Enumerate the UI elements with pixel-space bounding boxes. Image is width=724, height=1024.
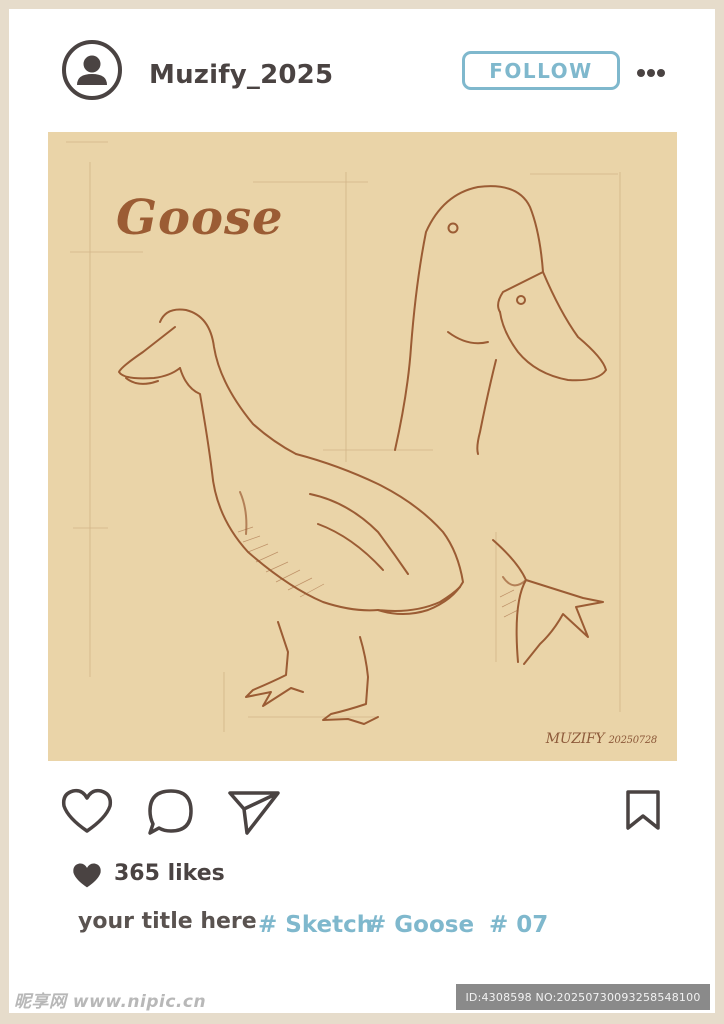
image-id-watermark: ID:4308598 NO:20250730093258548100 <box>456 984 710 1010</box>
comment-bubble-icon[interactable] <box>146 787 196 841</box>
artist-signature: MUZIFY 20250728 <box>545 731 658 747</box>
heart-filled-icon <box>72 863 102 889</box>
bookmark-icon[interactable] <box>625 789 661 835</box>
send-icon[interactable] <box>227 789 281 841</box>
user-avatar-icon[interactable] <box>62 40 122 100</box>
site-watermark: 昵享网 www.nipic.cn <box>14 992 207 1012</box>
signature-date: 20250728 <box>608 735 658 746</box>
signature-name: MUZIFY <box>545 731 605 747</box>
follow-button[interactable]: FOLLOW <box>462 51 620 90</box>
hashtag-goose[interactable]: # Goose <box>367 912 474 938</box>
post-title: Goose <box>116 190 284 246</box>
likes-count: 365 likes <box>114 861 225 886</box>
hashtag-sketch[interactable]: # Sketch <box>258 912 373 938</box>
hashtag-07[interactable]: # 07 <box>489 912 548 938</box>
post-card: Muzify_2025 FOLLOW Goose MUZIFY 20250728… <box>9 9 715 1013</box>
heart-outline-icon[interactable] <box>60 788 114 840</box>
post-caption: your title here <box>78 909 257 934</box>
post-image[interactable]: Goose MUZIFY 20250728 <box>48 132 677 761</box>
username[interactable]: Muzify_2025 <box>149 60 333 90</box>
more-horizontal-icon[interactable] <box>636 64 666 77</box>
